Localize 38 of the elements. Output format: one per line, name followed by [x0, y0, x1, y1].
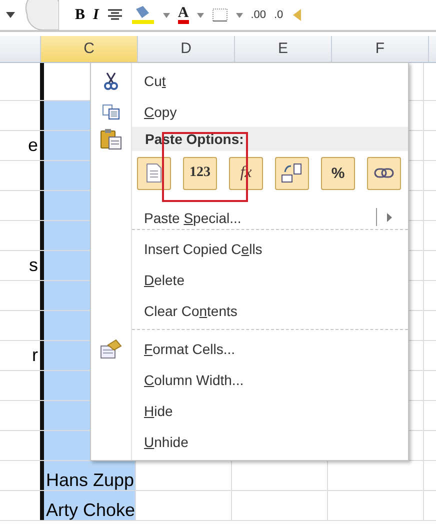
align-center-icon[interactable]	[106, 9, 123, 21]
menu-item[interactable]: Column Width...	[91, 364, 408, 395]
document-icon	[146, 163, 162, 183]
cell-text: Arty Choke	[45, 501, 136, 520]
submenu-arrow-icon	[387, 212, 392, 222]
transpose-icon	[281, 163, 303, 183]
link-paste-button[interactable]	[367, 156, 401, 190]
cell-text: s	[29, 255, 39, 276]
chain-link-icon	[374, 168, 394, 178]
cell-text: r	[32, 345, 39, 366]
menu-item[interactable]: Paste Special...	[91, 196, 408, 226]
borders-icon[interactable]	[212, 8, 228, 22]
scissors-icon	[104, 72, 118, 90]
format-cells-icon	[100, 338, 122, 358]
bold-button[interactable]: B	[75, 6, 86, 24]
menu-item[interactable]: Hide	[91, 395, 408, 426]
clipboard-icon	[100, 128, 122, 150]
values-paste-button[interactable]: 123	[183, 156, 217, 190]
menu-item[interactable]: Unhide	[91, 426, 408, 457]
caret-icon[interactable]	[6, 12, 15, 18]
column-header[interactable]: C	[41, 36, 138, 62]
menu-item[interactable]: Delete	[91, 264, 408, 295]
menu-item[interactable]: Insert Copied Cells	[91, 233, 408, 264]
menu-item[interactable]: Cut	[91, 65, 408, 96]
cell-text: e	[28, 135, 39, 156]
copy-icon	[102, 104, 120, 120]
cell-text: Hans Zupp	[45, 471, 134, 490]
menu-item[interactable]: Copy	[91, 96, 408, 127]
increase-decimal-button[interactable]: .00	[250, 9, 266, 21]
formatting-paste-button[interactable]: %	[321, 156, 355, 190]
transpose-paste-button[interactable]	[275, 156, 309, 190]
italic-button[interactable]: I	[93, 6, 99, 24]
menu-item[interactable]: Format Cells...	[91, 333, 408, 364]
fill-color-icon[interactable]	[130, 5, 155, 25]
font-color-button[interactable]: A	[178, 6, 189, 24]
menu-item[interactable]: Clear Contents	[91, 295, 408, 326]
paste-paste-button[interactable]	[137, 156, 171, 190]
decrease-decimal-button[interactable]: .0	[274, 9, 284, 21]
